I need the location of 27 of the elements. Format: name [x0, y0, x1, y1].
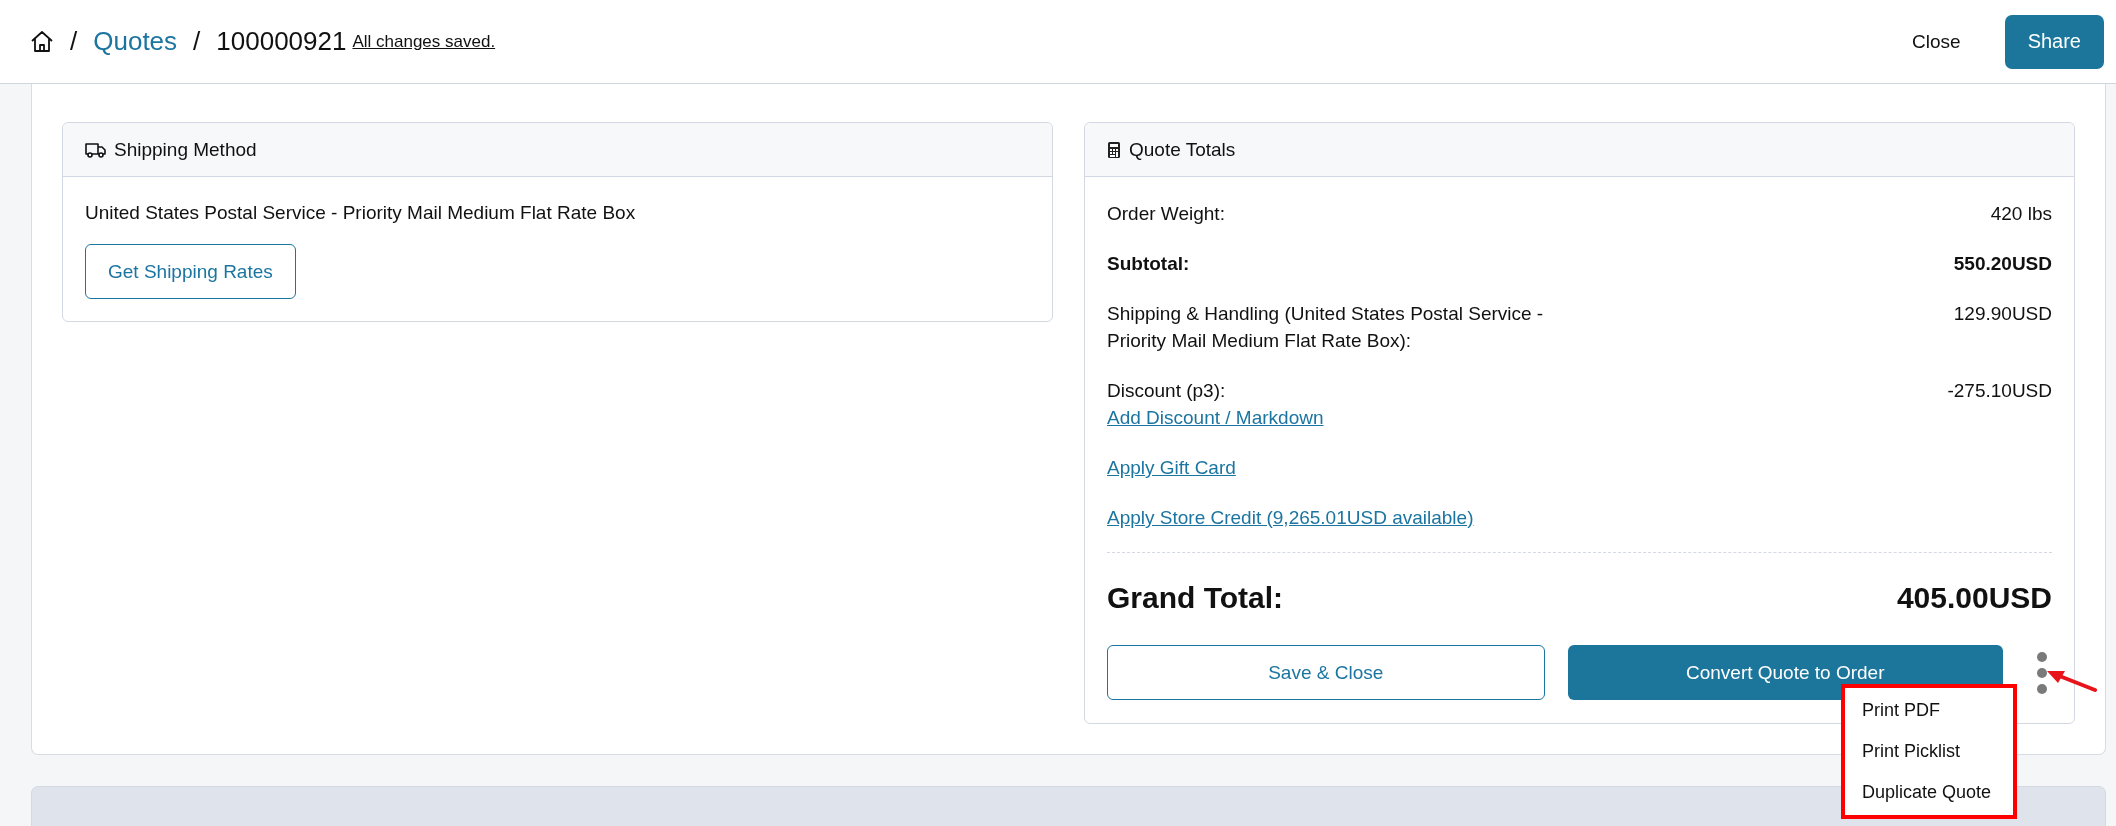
close-button[interactable]: Close: [1894, 20, 1979, 63]
total-label: Shipping & Handling (United States Postal Service - Priority Mail Medium Flat Rate Box):: [1107, 303, 1544, 351]
total-label: Subtotal:: [1107, 253, 1190, 274]
total-value: 129.90USD: [1953, 302, 2052, 326]
total-value: -275.10USD: [1947, 379, 2052, 403]
grand-total-value: 405.00USD: [1896, 580, 2052, 616]
total-value: 550.20USD: [1953, 252, 2052, 276]
breadcrumb-link[interactable]: Quotes: [93, 26, 178, 57]
grand-total-label: Grand Total:: [1107, 580, 1284, 616]
total-value: 420 lbs: [1990, 202, 2052, 226]
total-label: Order Weight:: [1107, 203, 1225, 224]
discount-link[interactable]: Add Discount / Markdown: [1107, 404, 1324, 431]
shipping-method-text: United States Postal Service - Priority Mail Medium Flat Rate Box: [85, 201, 637, 225]
total-action-link[interactable]: Apply Gift Card: [1107, 454, 1236, 481]
total-label: Discount (p3):: [1107, 380, 1226, 401]
breadcrumb-separator: /: [193, 26, 201, 57]
card-title: Shipping Method: [114, 138, 257, 161]
save-close-button[interactable]: Save & Close: [1107, 645, 1545, 700]
get-shipping-rates-button[interactable]: Get Shipping Rates: [85, 244, 296, 299]
save-status: All changes saved.: [352, 31, 496, 52]
quote-number: 100000921: [216, 26, 347, 57]
card-title: Quote Totals: [1129, 138, 1236, 161]
share-button[interactable]: Share: [2004, 14, 2104, 69]
breadcrumb-separator: /: [70, 26, 78, 57]
total-action-link[interactable]: Apply Store Credit (9,265.01USD available): [1107, 504, 1474, 531]
menu-item[interactable]: Print Picklist: [1845, 731, 2013, 772]
menu-item[interactable]: Duplicate Quote: [1845, 772, 2013, 813]
